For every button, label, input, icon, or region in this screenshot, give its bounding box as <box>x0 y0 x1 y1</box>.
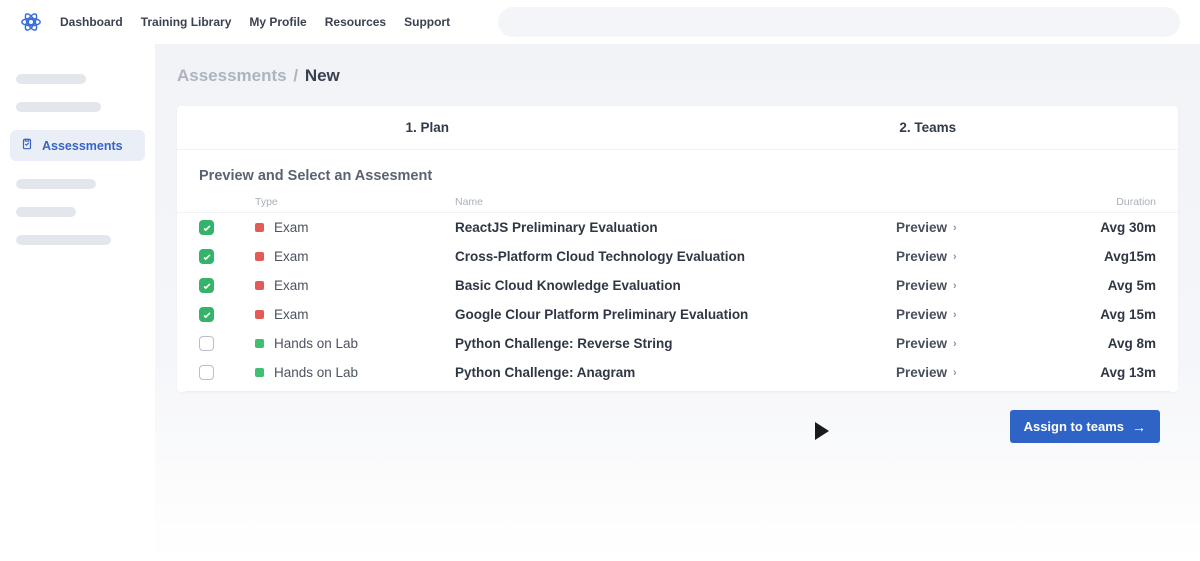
row-checkbox[interactable] <box>199 278 214 293</box>
duration-cell: Avg 8m <box>1056 336 1156 351</box>
lab-dot-icon <box>255 368 264 377</box>
table-body: ExamReactJS Preliminary EvaluationPrevie… <box>177 213 1178 387</box>
nav-training-library[interactable]: Training Library <box>141 15 232 29</box>
type-cell: Hands on Lab <box>255 365 455 380</box>
nav-support[interactable]: Support <box>404 15 450 29</box>
main-content: Assessments / New 1. Plan 2. Teams Previ… <box>155 44 1200 561</box>
play-icon <box>815 422 829 440</box>
actions-bar: Assign to teams → <box>177 392 1178 443</box>
search-input[interactable] <box>498 7 1180 37</box>
nav-my-profile[interactable]: My Profile <box>249 15 306 29</box>
type-cell: Exam <box>255 307 455 322</box>
step-plan[interactable]: 1. Plan <box>177 106 678 149</box>
sidebar-skeleton <box>16 179 96 189</box>
type-cell: Exam <box>255 249 455 264</box>
type-label: Hands on Lab <box>274 365 358 380</box>
assessment-name: Cross-Platform Cloud Technology Evaluati… <box>455 249 896 264</box>
preview-label: Preview <box>896 365 947 380</box>
table-header: Type Name Duration <box>177 192 1178 213</box>
table-row: Hands on Lab Python Challenge: Reverse St… <box>177 329 1178 358</box>
assign-button-label: Assign to teams <box>1024 419 1124 434</box>
table-row: Exam ReactJS Preliminary EvaluationPrevie… <box>177 213 1178 242</box>
type-cell: Hands on Lab <box>255 336 455 351</box>
duration-cell: Avg 13m <box>1056 365 1156 380</box>
preview-link[interactable]: Preview › <box>896 220 1056 235</box>
type-label: Exam <box>274 220 309 235</box>
preview-link[interactable]: Preview › <box>896 278 1056 293</box>
chevron-right-icon: › <box>953 367 957 379</box>
assessment-name: Python Challenge: Anagram <box>455 365 896 380</box>
type-label: Hands on Lab <box>274 336 358 351</box>
wizard-steps: 1. Plan 2. Teams <box>177 106 1178 150</box>
chevron-right-icon: › <box>953 280 957 292</box>
preview-link[interactable]: Preview › <box>896 336 1056 351</box>
section-title: Preview and Select an Assesment <box>177 150 1178 192</box>
row-checkbox[interactable] <box>199 307 214 322</box>
nav-resources[interactable]: Resources <box>325 15 386 29</box>
row-checkbox[interactable] <box>199 220 214 235</box>
assessment-name: ReactJS Preliminary Evaluation <box>455 220 896 235</box>
preview-link[interactable]: Preview › <box>896 307 1056 322</box>
sidebar-skeleton <box>16 74 86 84</box>
row-checkbox[interactable] <box>199 365 214 380</box>
app-logo-icon <box>20 11 42 33</box>
assign-to-teams-button[interactable]: Assign to teams → <box>1010 410 1160 443</box>
chevron-right-icon: › <box>953 309 957 321</box>
assessment-card: 1. Plan 2. Teams Preview and Select an A… <box>177 106 1178 392</box>
type-cell: Exam <box>255 220 455 235</box>
duration-cell: Avg15m <box>1056 249 1156 264</box>
table-row: Exam Cross-Platform Cloud Technology Eval… <box>177 242 1178 271</box>
preview-label: Preview <box>896 220 947 235</box>
breadcrumb-parent[interactable]: Assessments <box>177 66 287 85</box>
th-type: Type <box>255 196 455 208</box>
preview-label: Preview <box>896 336 947 351</box>
breadcrumb-current: New <box>305 66 340 85</box>
exam-dot-icon <box>255 281 264 290</box>
sidebar-item-label: Assessments <box>42 139 123 153</box>
type-label: Exam <box>274 278 309 293</box>
lab-dot-icon <box>255 339 264 348</box>
assessment-name: Python Challenge: Reverse String <box>455 336 896 351</box>
breadcrumb: Assessments / New <box>177 66 1178 86</box>
th-duration: Duration <box>1056 196 1156 208</box>
breadcrumb-sep: / <box>291 66 300 85</box>
row-checkbox[interactable] <box>199 336 214 351</box>
row-checkbox[interactable] <box>199 249 214 264</box>
chevron-right-icon: › <box>953 222 957 234</box>
preview-link[interactable]: Preview › <box>896 365 1056 380</box>
table-row: Exam Basic Cloud Knowledge EvaluationPrev… <box>177 271 1178 300</box>
table-row: Hands on Lab Python Challenge: AnagramPre… <box>177 358 1178 387</box>
preview-label: Preview <box>896 278 947 293</box>
chevron-right-icon: › <box>953 338 957 350</box>
assessment-name: Google Clour Platform Preliminary Evalua… <box>455 307 896 322</box>
sidebar-skeleton <box>16 102 101 112</box>
assessment-name: Basic Cloud Knowledge Evaluation <box>455 278 896 293</box>
topbar: Dashboard Training Library My Profile Re… <box>0 0 1200 44</box>
chevron-right-icon: › <box>953 251 957 263</box>
type-cell: Exam <box>255 278 455 293</box>
exam-dot-icon <box>255 310 264 319</box>
preview-label: Preview <box>896 307 947 322</box>
arrow-right-icon: → <box>1132 420 1146 434</box>
duration-cell: Avg 30m <box>1056 220 1156 235</box>
sidebar-skeleton <box>16 235 111 245</box>
type-label: Exam <box>274 249 309 264</box>
clipboard-icon <box>20 137 34 154</box>
sidebar-skeleton <box>16 207 76 217</box>
th-name: Name <box>455 196 896 208</box>
duration-cell: Avg 15m <box>1056 307 1156 322</box>
preview-label: Preview <box>896 249 947 264</box>
sidebar: Assessments <box>0 44 155 561</box>
exam-dot-icon <box>255 223 264 232</box>
exam-dot-icon <box>255 252 264 261</box>
table-row: Exam Google Clour Platform Preliminary Ev… <box>177 300 1178 329</box>
duration-cell: Avg 5m <box>1056 278 1156 293</box>
type-label: Exam <box>274 307 309 322</box>
sidebar-item-assessments[interactable]: Assessments <box>10 130 145 161</box>
step-teams[interactable]: 2. Teams <box>678 106 1179 149</box>
top-nav: Dashboard Training Library My Profile Re… <box>60 15 450 29</box>
nav-dashboard[interactable]: Dashboard <box>60 15 123 29</box>
preview-link[interactable]: Preview › <box>896 249 1056 264</box>
